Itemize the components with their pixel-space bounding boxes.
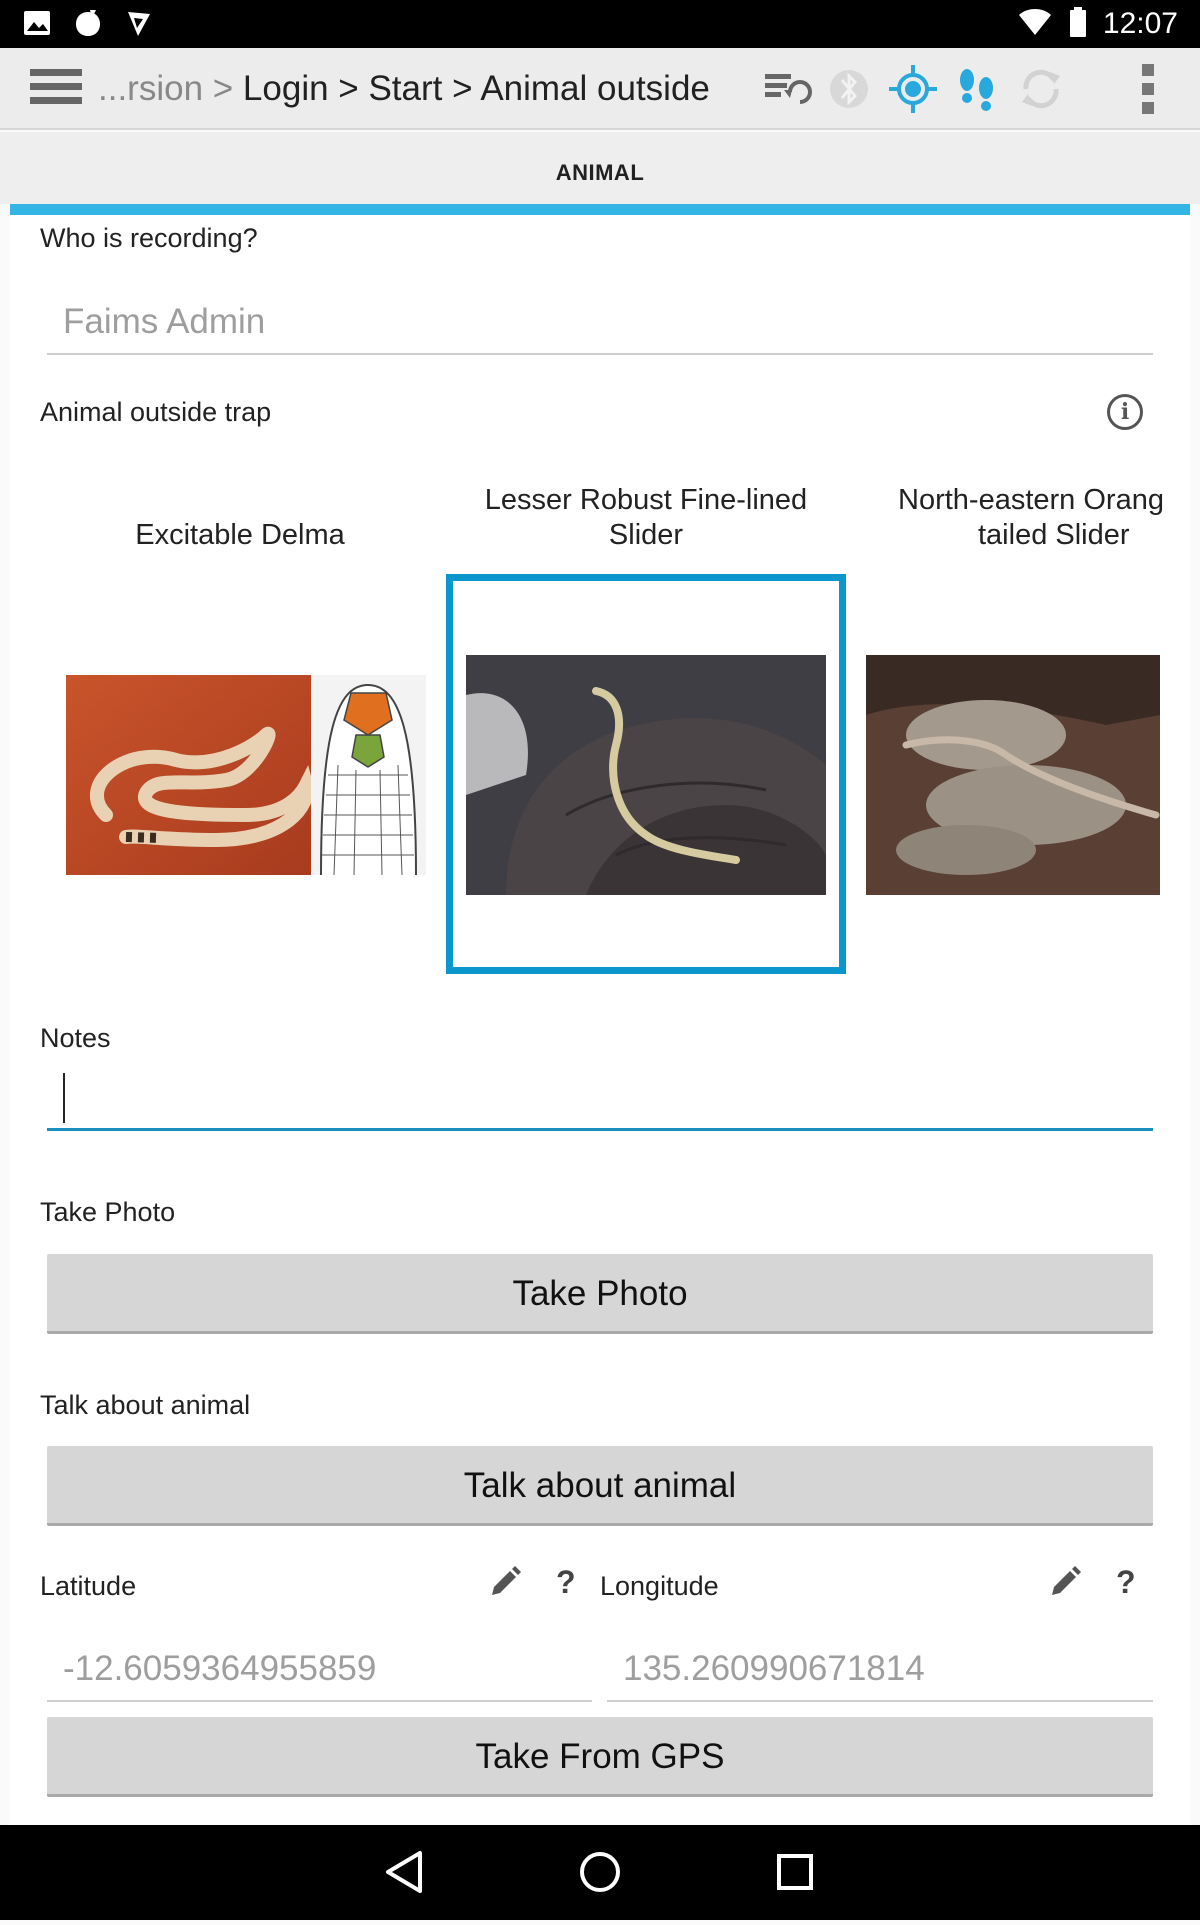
navigation-bar [0,1825,1200,1920]
text-caret [63,1073,65,1123]
take-photo-button[interactable]: Take Photo [47,1254,1153,1334]
take-photo-label: Take Photo [40,1197,176,1227]
sync-icon[interactable] [1014,62,1068,116]
menu-icon[interactable] [30,69,82,109]
species-option-name-line2[interactable]: Slider [446,518,846,553]
longitude-help[interactable]: ? [1116,1564,1136,1601]
north-eastern-slider-image[interactable] [866,655,1160,895]
recent-apps-icon[interactable] [770,1825,820,1925]
download-notification-icon [124,8,154,45]
status-bar: 12:07 [0,0,1200,48]
tab-animal[interactable]: ANIMAL [10,132,1190,204]
species-option-name-line1[interactable]: Lesser Robust Fine-lined [446,483,846,518]
notes-label: Notes [40,1023,111,1053]
gps-icon[interactable] [886,62,940,116]
lesser-robust-slider-image[interactable] [466,655,826,895]
recorder-label: Who is recording? [40,223,258,253]
overflow-menu-icon[interactable] [1142,64,1158,116]
info-icon[interactable]: i [1107,394,1143,430]
home-icon[interactable] [575,1825,625,1925]
wifi-icon [1017,7,1053,42]
take-from-gps-button[interactable]: Take From GPS [47,1717,1153,1797]
sync-list-icon[interactable] [760,62,814,116]
talk-about-animal-button[interactable]: Talk about animal [47,1446,1153,1526]
form-content[interactable]: Who is recording? Faims Admin Animal out… [10,215,1190,1825]
breadcrumb-prefix[interactable]: ...rsion > [98,69,243,108]
bluetooth-icon[interactable] [822,62,876,116]
species-option-name-line1[interactable]: North-eastern Orang [876,483,1190,518]
edit-pencil-icon[interactable] [488,1565,522,1599]
latitude-label: Latitude [40,1571,137,1601]
tab-strip: ANIMAL [0,132,1200,204]
longitude-label: Longitude [600,1571,719,1601]
breadcrumb: ...rsion > Login > Start > Animal outsid… [98,66,710,112]
recorder-field[interactable]: Faims Admin [47,295,1153,355]
latitude-help[interactable]: ? [556,1564,576,1601]
breadcrumb-path[interactable]: Login > Start > Animal outside [243,69,710,108]
clock: 12:07 [1102,7,1178,40]
latitude-field[interactable]: -12.6059364955859 [47,1642,592,1702]
action-bar: ...rsion > Login > Start > Animal outsid… [0,48,1200,130]
species-option-name-line2[interactable]: tailed Slider [876,518,1190,553]
image-notification-icon [22,8,52,45]
longitude-field[interactable]: 135.260990671814 [607,1642,1153,1702]
notes-input[interactable] [47,1065,1153,1131]
back-icon[interactable] [380,1825,430,1925]
species-option-name[interactable]: Excitable Delma [60,518,420,553]
tab-indicator [10,204,1190,215]
app-notification-icon [72,8,104,45]
excitable-delma-image[interactable] [66,675,426,875]
battery-icon [1069,6,1087,42]
track-footsteps-icon[interactable] [950,62,1004,116]
edit-pencil-icon[interactable] [1048,1565,1082,1599]
animal-outside-trap-label: Animal outside trap [40,397,272,427]
talk-about-animal-label: Talk about animal [40,1390,251,1420]
